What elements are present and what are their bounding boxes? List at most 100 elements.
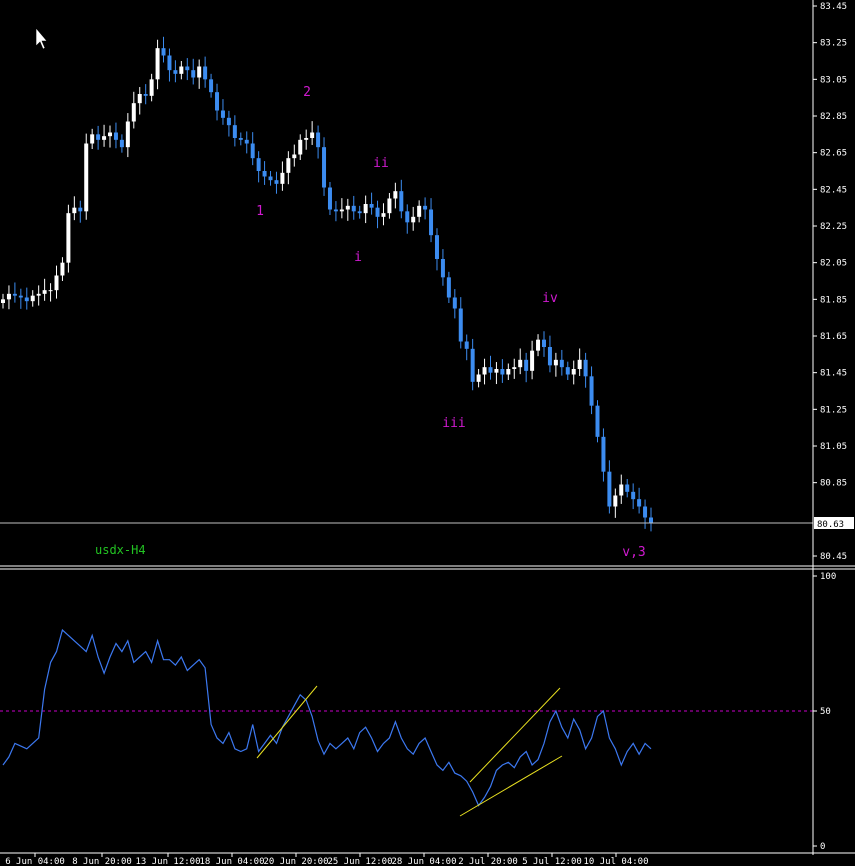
candle-body [322,147,327,188]
candle-body [494,369,499,373]
candle-body [244,139,249,144]
candle-body [339,209,344,212]
candle-body [470,348,475,382]
candle-body [446,277,451,298]
candle-body [524,359,529,371]
candle-body [536,339,541,351]
candle-body [547,347,552,366]
y-tick-label: 80.85 [820,479,847,489]
candle-body [571,369,576,375]
candle-body [464,341,469,349]
y-tick-label: 82.85 [820,112,847,122]
candle-body [292,154,297,159]
candle-body [559,359,564,368]
candle-body [327,187,332,210]
candle-body [589,376,594,406]
candle-body [381,213,386,217]
candle-body [90,134,95,144]
candle-body [102,136,107,140]
candle-body [316,132,321,148]
candle-body [18,295,23,298]
candle-body [96,134,101,140]
wave-label: 2 [303,85,311,100]
x-tick-label: 18 Jun 04:00 [199,857,264,866]
x-tick-label: 25 Jun 12:00 [327,857,392,866]
candle-body [226,117,231,126]
x-tick-label: 2 Jul 20:00 [458,857,518,866]
candle-body [191,70,196,78]
candle-body [452,297,457,309]
candle-body [54,275,59,291]
candle-body [506,369,511,375]
chart-window: 80.6321iiiiviiiv,3 83.4583.2583.0582.858… [0,0,855,866]
rsi-y-tick-label: 50 [820,707,831,717]
candle-body [619,484,624,496]
candle-body [119,139,124,148]
candle-body [298,139,303,155]
candle-body [553,359,558,366]
x-tick-label: 8 Jun 20:00 [72,857,132,866]
wave-label: ii [373,156,389,171]
wave-label: 1 [256,204,264,219]
y-tick-label: 83.45 [820,2,847,12]
candle-body [232,125,237,138]
candle-body [274,180,279,184]
candle-body [399,191,404,212]
candle-body [595,405,600,437]
y-tick-label: 82.65 [820,149,847,159]
candle-body [286,158,291,173]
candle-body [387,198,392,214]
candle-body [262,171,267,177]
wave-label: v,3 [622,545,645,560]
candle-body [24,297,29,302]
candle-body [48,290,53,292]
candle-body [541,339,546,347]
candle-body [375,207,380,217]
candle-body [6,293,11,300]
candle-body [78,207,83,212]
y-tick-label: 81.25 [820,405,847,415]
wave-label: iii [442,416,465,431]
x-tick-label: 20 Jun 20:00 [263,857,328,866]
candle-body [72,207,77,214]
candle-body [155,48,160,80]
candle-body [304,138,309,140]
candle-body [197,66,202,78]
candle-body [565,367,570,375]
x-tick-label: 10 Jul 04:00 [583,857,648,866]
y-tick-label: 81.45 [820,369,847,379]
candle-body [500,369,505,375]
candle-body [458,308,463,342]
candle-body [488,367,493,373]
candle-body [84,143,89,212]
candle-body [108,132,113,137]
y-tick-label: 81.65 [820,332,847,342]
candle-body [417,205,422,217]
candle-body [167,55,172,71]
candle-body [577,359,582,369]
candle-body [203,66,208,80]
y-tick-label: 80.45 [820,552,847,562]
candle-body [357,211,362,214]
candle-body [185,66,190,71]
candle-body [36,293,41,296]
candle-body [268,176,273,181]
x-tick-label: 13 Jun 12:00 [135,857,200,866]
candle-body [512,367,517,369]
candle-body [363,204,368,214]
candle-body [601,436,606,472]
candle-body [631,491,636,500]
candle-body [423,205,428,210]
wave-label: iv [542,291,558,306]
y-tick-label: 82.05 [820,259,847,269]
candle-body [440,259,445,278]
candle-body [530,350,535,371]
candle-body [393,191,398,199]
candle-body [411,216,416,223]
y-tick-label: 81.05 [820,442,847,452]
candle-body [583,359,588,377]
candle-body [161,48,166,56]
candle-body [625,484,630,492]
candle-body [30,295,35,302]
candle-body [250,143,255,159]
